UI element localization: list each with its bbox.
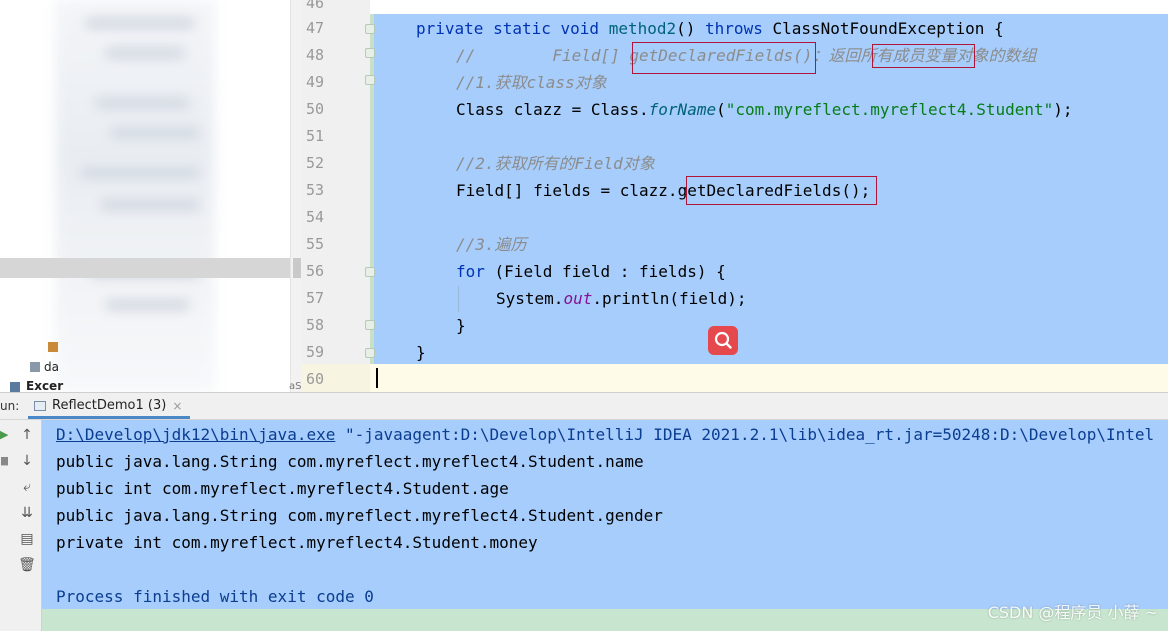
code-token: Class clazz = Class. xyxy=(456,100,649,119)
fold-marker-icon[interactable] xyxy=(365,75,375,85)
gutter-selection xyxy=(370,14,374,364)
line-number: 55 xyxy=(305,235,324,253)
code-line-50: Class clazz = Class.forName("com.myrefle… xyxy=(456,96,1073,123)
code-token: (Field field : fields) { xyxy=(484,262,726,281)
code-line-56: for (Field field : fields) { xyxy=(456,258,726,285)
package-icon xyxy=(10,382,20,392)
tree-item-excer[interactable]: Excer xyxy=(26,379,63,392)
run-panel-header: un: ReflectDemo1 (3) × xyxy=(0,392,1168,420)
trash-icon[interactable]: 🗑 xyxy=(18,556,36,574)
text-caret xyxy=(376,368,378,388)
console-exit-line: Process finished with exit code 0 xyxy=(56,587,374,606)
line-number: 50 xyxy=(305,100,324,118)
line-number: 60 xyxy=(305,370,324,388)
line-number: 58 xyxy=(305,316,324,334)
code-token: ClassNotFoundException { xyxy=(772,19,1004,38)
code-line-49: //1.获取class对象 xyxy=(456,73,607,92)
down-arrow-icon[interactable]: ↓ xyxy=(18,452,36,470)
static-field: out xyxy=(563,289,593,308)
folder-icon xyxy=(48,342,58,352)
soft-wrap-icon[interactable]: ⤶ xyxy=(18,478,36,496)
file-icon xyxy=(30,362,40,372)
code-line-55: //3.遍历 xyxy=(456,235,527,254)
tree-scrollbar-thumb[interactable] xyxy=(293,258,301,278)
tab-reflectdemo1[interactable]: ReflectDemo1 (3) × xyxy=(28,395,191,419)
comment: // Field[] xyxy=(456,46,630,65)
string-literal: "com.myreflect.myreflect4.Student" xyxy=(725,100,1054,119)
code-line-57: System.out.println(field); xyxy=(496,285,746,312)
line-number: 59 xyxy=(305,343,324,361)
rerun-icon[interactable]: ▶ xyxy=(0,428,8,442)
code-token: () xyxy=(676,19,696,38)
current-line-highlight xyxy=(370,364,1168,392)
fold-marker-icon[interactable] xyxy=(365,320,375,330)
fold-marker-icon[interactable] xyxy=(365,267,375,277)
fold-marker-icon[interactable] xyxy=(365,24,375,34)
method-name: method2 xyxy=(608,19,677,38)
tab-title: ReflectDemo1 (3) xyxy=(52,398,167,413)
code-line-59: } xyxy=(416,343,426,362)
line-number: 54 xyxy=(305,208,324,226)
floating-search-button[interactable] xyxy=(708,326,738,355)
code-token: Field[] fields = clazz. xyxy=(456,181,678,200)
stop-icon[interactable]: ■ xyxy=(0,454,8,468)
console-command-line: D:\Develop\jdk12\bin\java.exe "-javaagen… xyxy=(56,421,1154,448)
code-line-58: } xyxy=(456,316,466,335)
tree-item-da[interactable]: da xyxy=(44,360,59,374)
console-line: public java.lang.String com.myreflect.my… xyxy=(56,452,644,471)
run-toolbar: ▶ ■ ↑ ↓ ⤶ ⇊ ▤ 🗑 xyxy=(0,420,42,631)
tree-selected-row[interactable] xyxy=(0,258,290,278)
fold-marker-icon[interactable] xyxy=(365,48,375,58)
code-token: ( xyxy=(716,100,726,119)
keyword: static xyxy=(493,19,551,38)
line-number: 52 xyxy=(305,154,324,172)
console-line: private int com.myreflect.myreflect4.Stu… xyxy=(56,533,538,552)
print-icon[interactable]: ▤ xyxy=(18,530,36,548)
method-call: forName xyxy=(648,100,717,119)
console-line: public int com.myreflect.myreflect4.Stud… xyxy=(56,479,509,498)
code-line-52: //2.获取所有的Field对象 xyxy=(456,154,655,173)
up-arrow-icon[interactable]: ↑ xyxy=(18,426,36,444)
fold-marker-icon[interactable] xyxy=(365,348,375,358)
code-token: System. xyxy=(496,289,564,308)
scroll-to-end-icon[interactable]: ⇊ xyxy=(18,504,36,522)
keyword: throws xyxy=(705,19,763,38)
annotation-box xyxy=(686,176,877,205)
console-args: "-javaagent:D:\Develop\IntelliJ IDEA 202… xyxy=(335,425,1155,444)
keyword: for xyxy=(456,262,485,281)
line-number: 51 xyxy=(305,127,324,145)
annotation-box xyxy=(872,44,975,68)
close-icon[interactable]: × xyxy=(172,399,182,413)
line-number: 56 xyxy=(305,262,324,280)
watermark: CSDN @程序员 小薛 ~ xyxy=(987,603,1158,622)
line-number: 57 xyxy=(305,289,324,307)
project-tree: da Excer xyxy=(0,0,290,392)
code-line-47: private static void method2() throws Cla… xyxy=(416,15,1004,42)
indent-guide xyxy=(458,286,459,312)
console-output[interactable]: D:\Develop\jdk12\bin\java.exe "-javaagen… xyxy=(42,420,1168,631)
line-number: 53 xyxy=(305,181,324,199)
console-tab-icon xyxy=(34,400,46,411)
annotation-box xyxy=(632,42,816,74)
code-token: ); xyxy=(1053,100,1073,119)
keyword: private xyxy=(416,19,484,38)
line-number: 48 xyxy=(305,46,324,64)
java-path-link[interactable]: D:\Develop\jdk12\bin\java.exe xyxy=(56,425,335,444)
console-line: public java.lang.String com.myreflect.my… xyxy=(56,506,663,525)
run-label: un: xyxy=(0,399,20,413)
code-token: .println(field); xyxy=(592,289,747,308)
blurred-tree-items xyxy=(55,0,215,392)
keyword: void xyxy=(560,19,600,38)
line-number: 47 xyxy=(305,19,324,37)
line-number: 49 xyxy=(305,73,324,91)
tree-overflow-text: aS xyxy=(289,381,302,392)
search-icon xyxy=(714,331,732,349)
